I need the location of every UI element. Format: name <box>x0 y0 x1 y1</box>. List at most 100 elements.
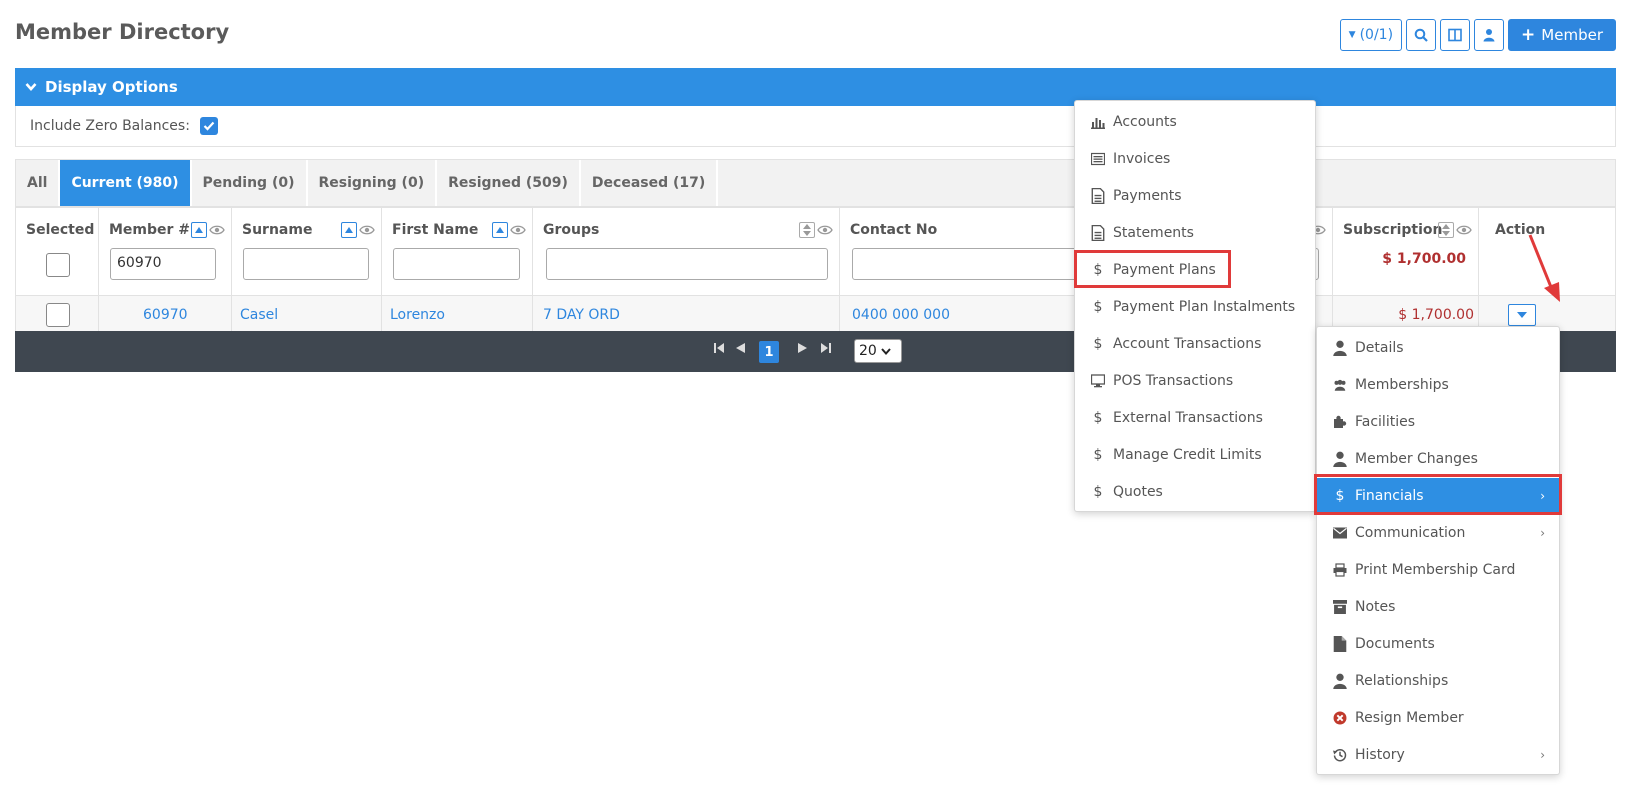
first-name-filter-input[interactable] <box>393 248 520 280</box>
puzzle-icon <box>1334 415 1347 428</box>
surname-link[interactable]: Casel <box>240 307 278 323</box>
tab-pending[interactable]: Pending (0) <box>192 160 308 206</box>
include-zero-label: Include Zero Balances: <box>30 118 190 134</box>
menu-item-resign-member[interactable]: Resign Member <box>1317 700 1559 736</box>
row-checkbox[interactable] <box>46 303 70 327</box>
first-page-icon[interactable] <box>713 342 725 354</box>
menu-item-label: Quotes <box>1113 484 1163 500</box>
sort-asc-icon[interactable] <box>191 222 207 238</box>
caret-down-icon <box>1517 312 1527 318</box>
tab-all[interactable]: All <box>16 160 61 206</box>
page-size-select[interactable]: 20 <box>854 339 902 363</box>
contact-no-link[interactable]: 0400 000 000 <box>852 307 950 323</box>
menu-item-communication[interactable]: Communication › <box>1317 515 1559 551</box>
filter-count: (0/1) <box>1359 27 1394 43</box>
tab-resigning[interactable]: Resigning (0) <box>308 160 438 206</box>
sort-asc-icon[interactable] <box>492 222 508 238</box>
menu-item-memberships[interactable]: Memberships <box>1317 367 1559 403</box>
filter-dropdown-button[interactable]: ▼ (0/1) <box>1339 19 1403 51</box>
add-member-label: Member <box>1541 26 1603 44</box>
tab-resigned[interactable]: Resigned (509) <box>437 160 581 206</box>
row-first-name-cell: Lorenzo <box>382 296 533 336</box>
menu-item-accounts[interactable]: Accounts <box>1075 104 1315 140</box>
user-icon <box>1333 451 1347 467</box>
col-subscription: Subscription $ 1,700.00 <box>1333 208 1479 295</box>
bar-chart-icon <box>1091 118 1105 129</box>
tab-deceased[interactable]: Deceased (17) <box>581 160 719 206</box>
menu-item-account-transactions[interactable]: $ Account Transactions <box>1075 326 1315 362</box>
menu-item-history[interactable]: History › <box>1317 737 1559 773</box>
col-contact-no-label: Contact No <box>850 222 938 238</box>
col-member-no: Member # 60970 <box>99 208 232 295</box>
menu-item-quotes[interactable]: $ Quotes <box>1075 474 1315 510</box>
menu-item-payments[interactable]: Payments <box>1075 178 1315 214</box>
select-all-checkbox[interactable] <box>46 253 70 277</box>
user-button[interactable] <box>1474 19 1505 51</box>
tab-current[interactable]: Current (980) <box>60 160 192 206</box>
col-subscription-label: Subscription <box>1343 222 1443 238</box>
menu-item-label: Statements <box>1113 225 1194 241</box>
menu-item-manage-credit-limits[interactable]: $ Manage Credit Limits <box>1075 437 1315 473</box>
dollar-icon: $ <box>1093 299 1103 315</box>
menu-item-relationships[interactable]: Relationships <box>1317 663 1559 699</box>
menu-item-pos-transactions[interactable]: POS Transactions <box>1075 363 1315 399</box>
menu-item-notes[interactable]: Notes <box>1317 589 1559 625</box>
checkmark-icon <box>203 121 215 131</box>
subscription-total: $ 1,700.00 <box>1382 251 1466 267</box>
last-page-icon[interactable] <box>820 342 832 354</box>
columns-button[interactable] <box>1440 19 1471 51</box>
eye-icon[interactable] <box>209 222 225 238</box>
prev-page-icon[interactable] <box>734 342 746 354</box>
sort-both-icon[interactable] <box>1438 222 1454 238</box>
col-first-name-label: First Name <box>392 222 479 238</box>
menu-item-label: Notes <box>1355 599 1396 615</box>
document-icon <box>1091 225 1105 241</box>
display-options-panel: Include Zero Balances: <box>15 106 1616 147</box>
search-button[interactable] <box>1406 19 1437 51</box>
plus-icon: + <box>1521 25 1536 45</box>
next-page-icon[interactable] <box>797 342 809 354</box>
eye-icon[interactable] <box>359 222 375 238</box>
financials-highlight-box <box>1314 474 1562 515</box>
display-options-header[interactable]: Display Options <box>15 68 1616 106</box>
dollar-icon: $ <box>1093 410 1103 426</box>
printer-icon <box>1333 563 1347 577</box>
top-toolbar: ▼ (0/1) + Member <box>1339 19 1616 51</box>
columns-icon <box>1448 28 1462 42</box>
include-zero-checkbox[interactable] <box>199 117 218 135</box>
first-name-link[interactable]: Lorenzo <box>390 307 445 323</box>
current-page[interactable]: 1 <box>759 341 779 363</box>
menu-item-payment-plan-instalments[interactable]: $ Payment Plan Instalments <box>1075 289 1315 325</box>
menu-item-label: Memberships <box>1355 377 1449 393</box>
groups-link[interactable]: 7 DAY ORD <box>543 307 620 323</box>
menu-item-statements[interactable]: Statements <box>1075 215 1315 251</box>
menu-item-member-changes[interactable]: Member Changes <box>1317 441 1559 477</box>
chevron-right-icon: › <box>1540 748 1545 762</box>
row-subscription-value: $ 1,700.00 <box>1398 307 1474 323</box>
menu-item-external-transactions[interactable]: $ External Transactions <box>1075 400 1315 436</box>
member-no-filter-input[interactable]: 60970 <box>110 248 216 280</box>
surname-filter-input[interactable] <box>243 248 369 280</box>
menu-item-details[interactable]: Details <box>1317 330 1559 366</box>
page-size-value: 20 <box>859 343 877 359</box>
menu-item-label: Relationships <box>1355 673 1449 689</box>
menu-item-facilities[interactable]: Facilities <box>1317 404 1559 440</box>
add-member-button[interactable]: + Member <box>1508 19 1616 51</box>
display-options-title: Display Options <box>45 78 178 96</box>
member-no-link[interactable]: 60970 <box>143 307 188 323</box>
sort-both-icon[interactable] <box>799 222 815 238</box>
chevron-down-icon <box>881 347 891 355</box>
eye-icon[interactable] <box>1456 222 1472 238</box>
monitor-icon <box>1091 374 1105 388</box>
grid-header: Selected Member # 60970 Surname First Na… <box>16 208 1615 296</box>
eye-icon[interactable] <box>510 222 526 238</box>
action-menu: Details Memberships Facilities Member Ch… <box>1316 326 1560 775</box>
menu-item-print-membership-card[interactable]: Print Membership Card <box>1317 552 1559 588</box>
menu-item-label: Account Transactions <box>1113 336 1262 352</box>
menu-item-documents[interactable]: Documents <box>1317 626 1559 662</box>
eye-icon[interactable] <box>817 222 833 238</box>
groups-filter-input[interactable] <box>546 248 828 280</box>
menu-item-label: Payments <box>1113 188 1182 204</box>
menu-item-invoices[interactable]: Invoices <box>1075 141 1315 177</box>
sort-asc-icon[interactable] <box>341 222 357 238</box>
